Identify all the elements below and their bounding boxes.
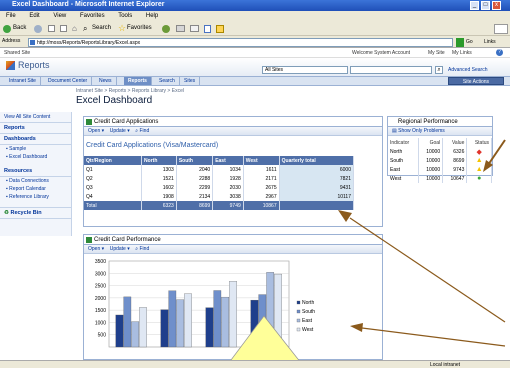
arrowhead: [483, 160, 493, 172]
annotation-arrow: [361, 327, 506, 347]
status-bar: Local intranet: [0, 360, 510, 368]
arrowhead: [350, 323, 363, 332]
annotation-layer: [224, 139, 506, 368]
arrowhead: [338, 210, 352, 222]
annotation-arrow: [487, 139, 506, 166]
annotation-arrow: [349, 217, 506, 323]
zone-label: Local intranet: [430, 362, 461, 368]
